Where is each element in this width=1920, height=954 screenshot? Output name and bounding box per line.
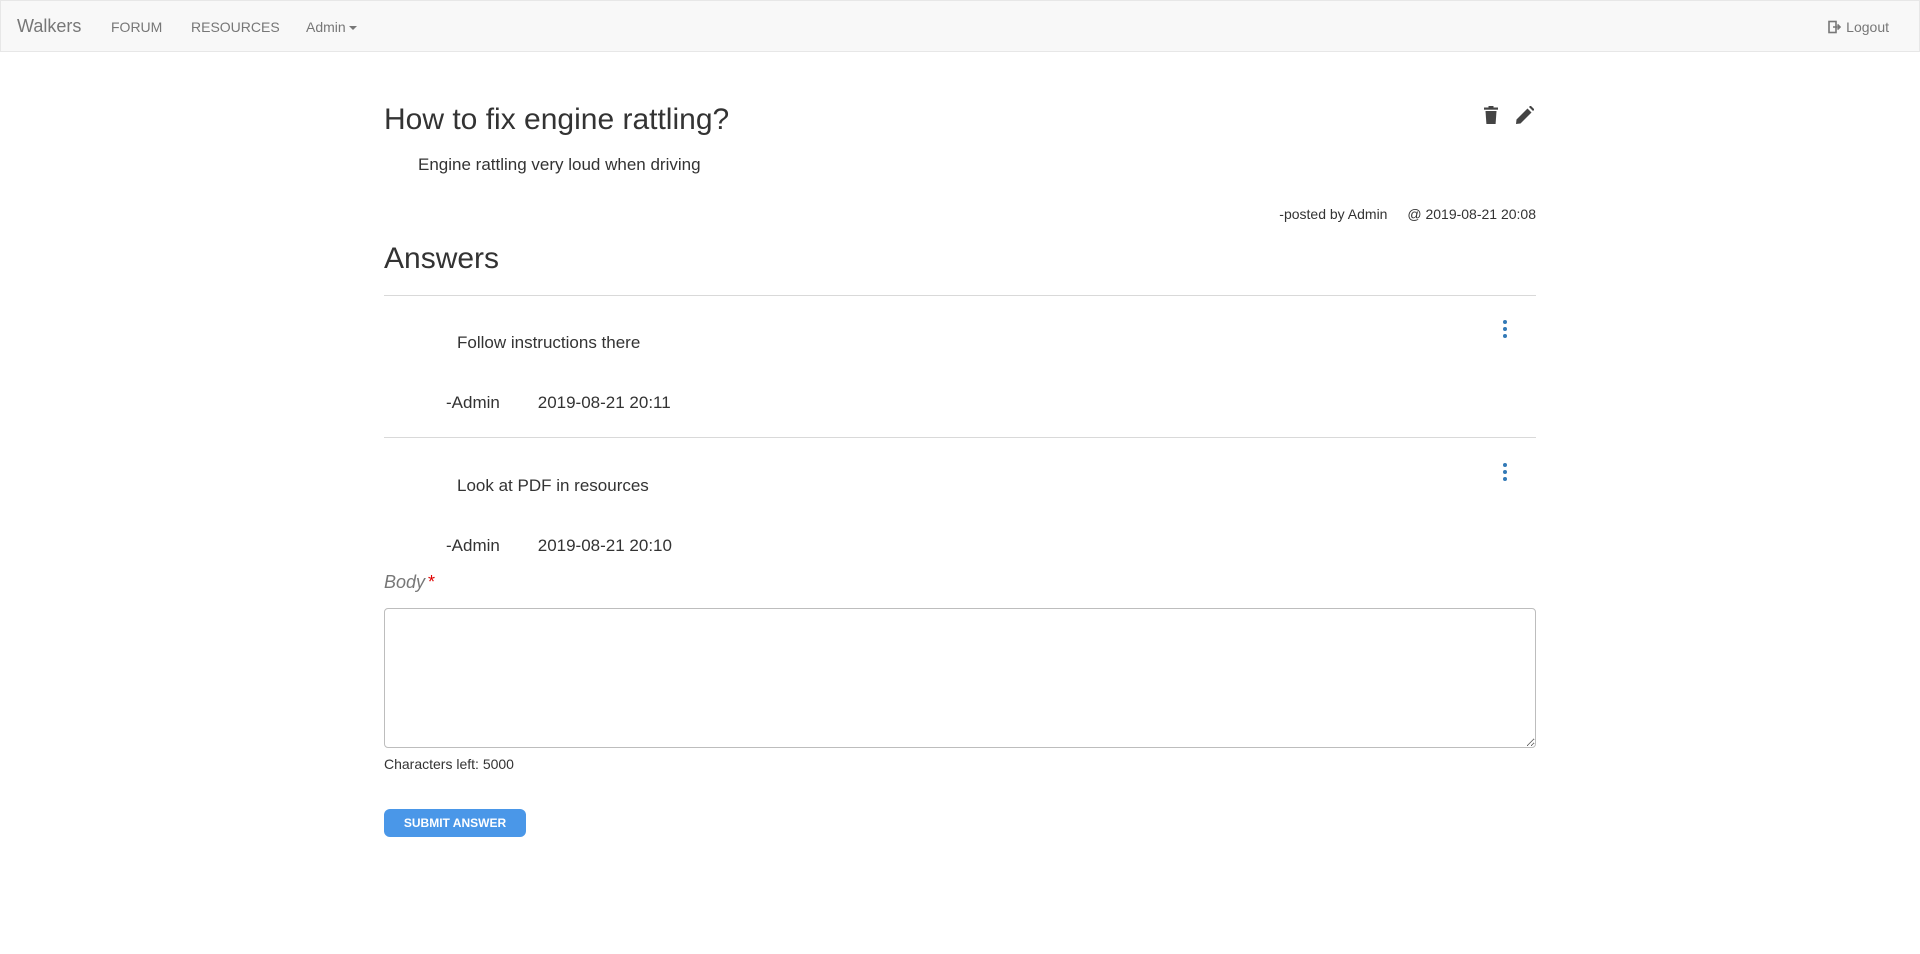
- body-label-text: Body: [384, 572, 426, 592]
- answer-body: Look at PDF in resources: [457, 476, 649, 495]
- characters-left-counter: Characters left: 5000: [384, 756, 514, 772]
- nav-resources-link[interactable]: RESOURCES: [191, 19, 280, 35]
- submit-answer-button[interactable]: SUBMIT ANSWER: [384, 809, 526, 837]
- answer-body: Follow instructions there: [457, 333, 641, 352]
- question-author: -posted by Admin: [1279, 206, 1388, 222]
- answer-meta: -Admin 2019-08-21 20:11: [446, 393, 671, 413]
- trash-icon[interactable]: [1480, 104, 1502, 126]
- nav-forum-link[interactable]: FORUM: [111, 19, 162, 35]
- answer-item: Look at PDF in resources -Admin 2019-08-…: [384, 439, 1536, 569]
- admin-dropdown-toggle[interactable]: Admin: [306, 19, 357, 35]
- question-timestamp: @ 2019-08-21 20:08: [1407, 206, 1536, 222]
- question-title: How to fix engine rattling?: [384, 103, 730, 136]
- top-navbar: Walkers FORUM RESOURCES Admin Logout: [0, 0, 1920, 52]
- divider: [384, 437, 1536, 438]
- answer-meta: -Admin 2019-08-21 20:10: [446, 536, 672, 556]
- caret-down-icon: [348, 26, 357, 31]
- answer-timestamp: 2019-08-21 20:11: [537, 393, 671, 412]
- question-actions: [1480, 104, 1536, 126]
- logout-icon: [1828, 20, 1842, 34]
- question-meta: -posted by Admin @ 2019-08-21 20:08: [1279, 206, 1536, 222]
- logout-link[interactable]: Logout: [1828, 19, 1889, 35]
- kebab-menu-icon[interactable]: [1498, 318, 1512, 340]
- answer-timestamp: 2019-08-21 20:10: [537, 536, 672, 555]
- brand-link[interactable]: Walkers: [17, 16, 81, 37]
- pencil-icon[interactable]: [1514, 104, 1536, 126]
- answer-author: -Admin: [446, 393, 500, 412]
- answer-item: Follow instructions there -Admin 2019-08…: [384, 296, 1536, 426]
- answer-author: -Admin: [446, 536, 500, 555]
- answer-body-textarea[interactable]: [384, 608, 1536, 748]
- admin-dropdown-label: Admin: [306, 19, 346, 35]
- kebab-menu-icon[interactable]: [1498, 461, 1512, 483]
- required-marker: *: [428, 572, 436, 592]
- body-field-label: Body *: [384, 572, 435, 593]
- answers-heading: Answers: [384, 242, 500, 275]
- logout-label: Logout: [1846, 19, 1889, 35]
- question-body: Engine rattling very loud when driving: [418, 155, 701, 174]
